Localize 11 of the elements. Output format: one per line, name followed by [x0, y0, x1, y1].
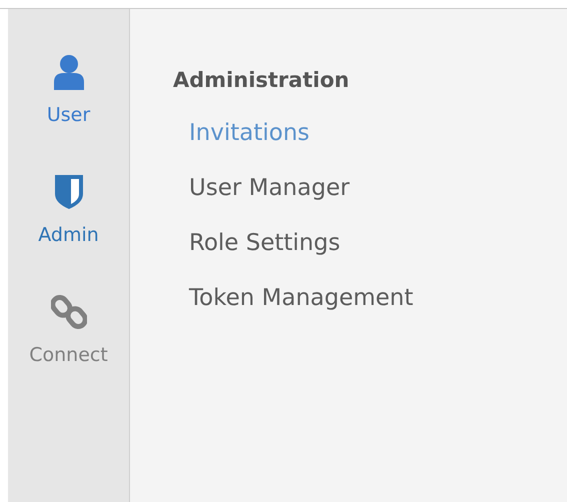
- menu-link[interactable]: User Manager: [189, 172, 350, 204]
- chain-link-icon: [50, 294, 86, 330]
- section-heading: Administration: [173, 67, 350, 94]
- sidebar-item[interactable]: Connect: [29, 294, 108, 366]
- menu-link[interactable]: Invitations: [189, 117, 310, 149]
- sidebar-item[interactable]: Admin: [38, 174, 99, 246]
- menu-link[interactable]: Token Management: [189, 282, 414, 314]
- shield-icon: [54, 174, 84, 210]
- person-icon: [52, 54, 86, 90]
- sidebar-item[interactable]: User: [46, 54, 90, 126]
- menu-link[interactable]: Role Settings: [189, 227, 340, 259]
